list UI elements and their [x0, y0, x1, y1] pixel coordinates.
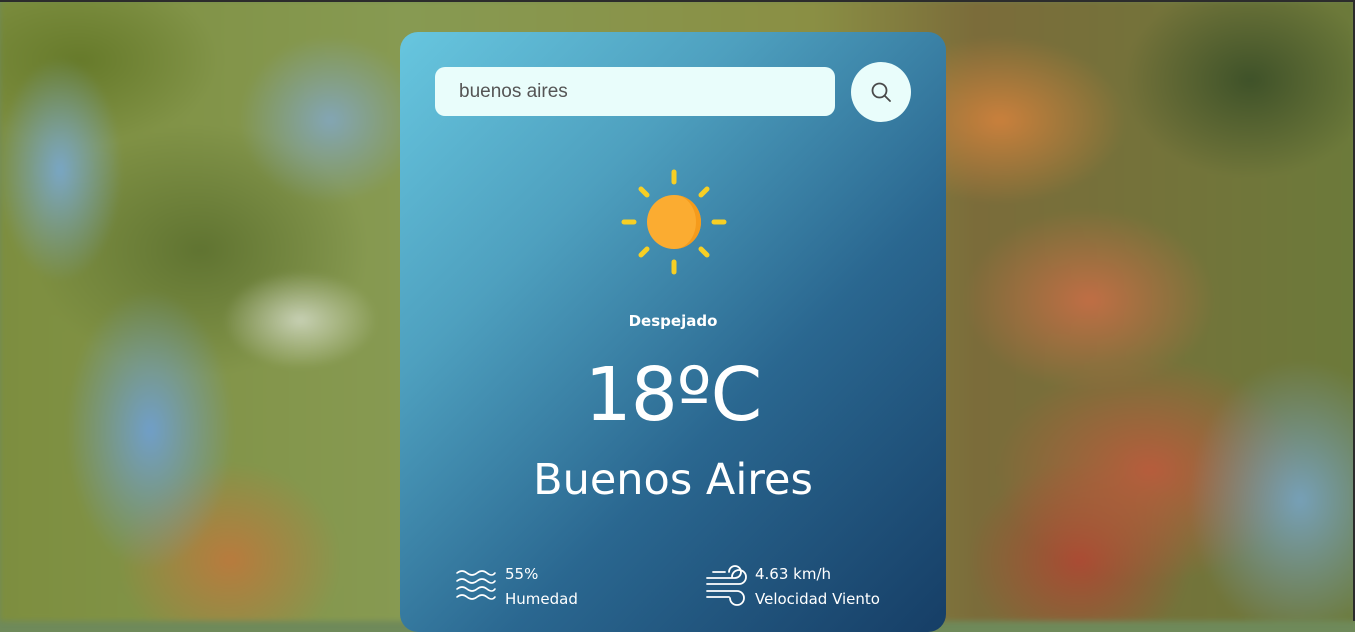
city-name: Buenos Aires: [533, 455, 813, 505]
temperature: 18ºC: [584, 352, 763, 438]
wind-detail: 4.63 km/h Velocidad Viento: [705, 562, 880, 612]
humidity-value: 55%: [505, 565, 539, 583]
search-icon: [871, 82, 891, 102]
sun-icon: [621, 169, 727, 275]
wind-value: 4.63 km/h: [755, 565, 832, 583]
weather-condition: Despejado: [628, 312, 718, 330]
search-input[interactable]: [435, 67, 835, 116]
wind-icon: [706, 565, 747, 606]
search-button[interactable]: [851, 62, 911, 122]
humidity-detail: 55% Humedad: [455, 562, 578, 612]
humidity-icon: [456, 570, 496, 600]
humidity-label: Humedad: [505, 590, 578, 608]
weather-card: Despejado 18ºC Buenos Aires 55% Humedad: [400, 32, 946, 632]
wind-label: Velocidad Viento: [755, 590, 880, 608]
window-top-border: [0, 0, 1355, 2]
